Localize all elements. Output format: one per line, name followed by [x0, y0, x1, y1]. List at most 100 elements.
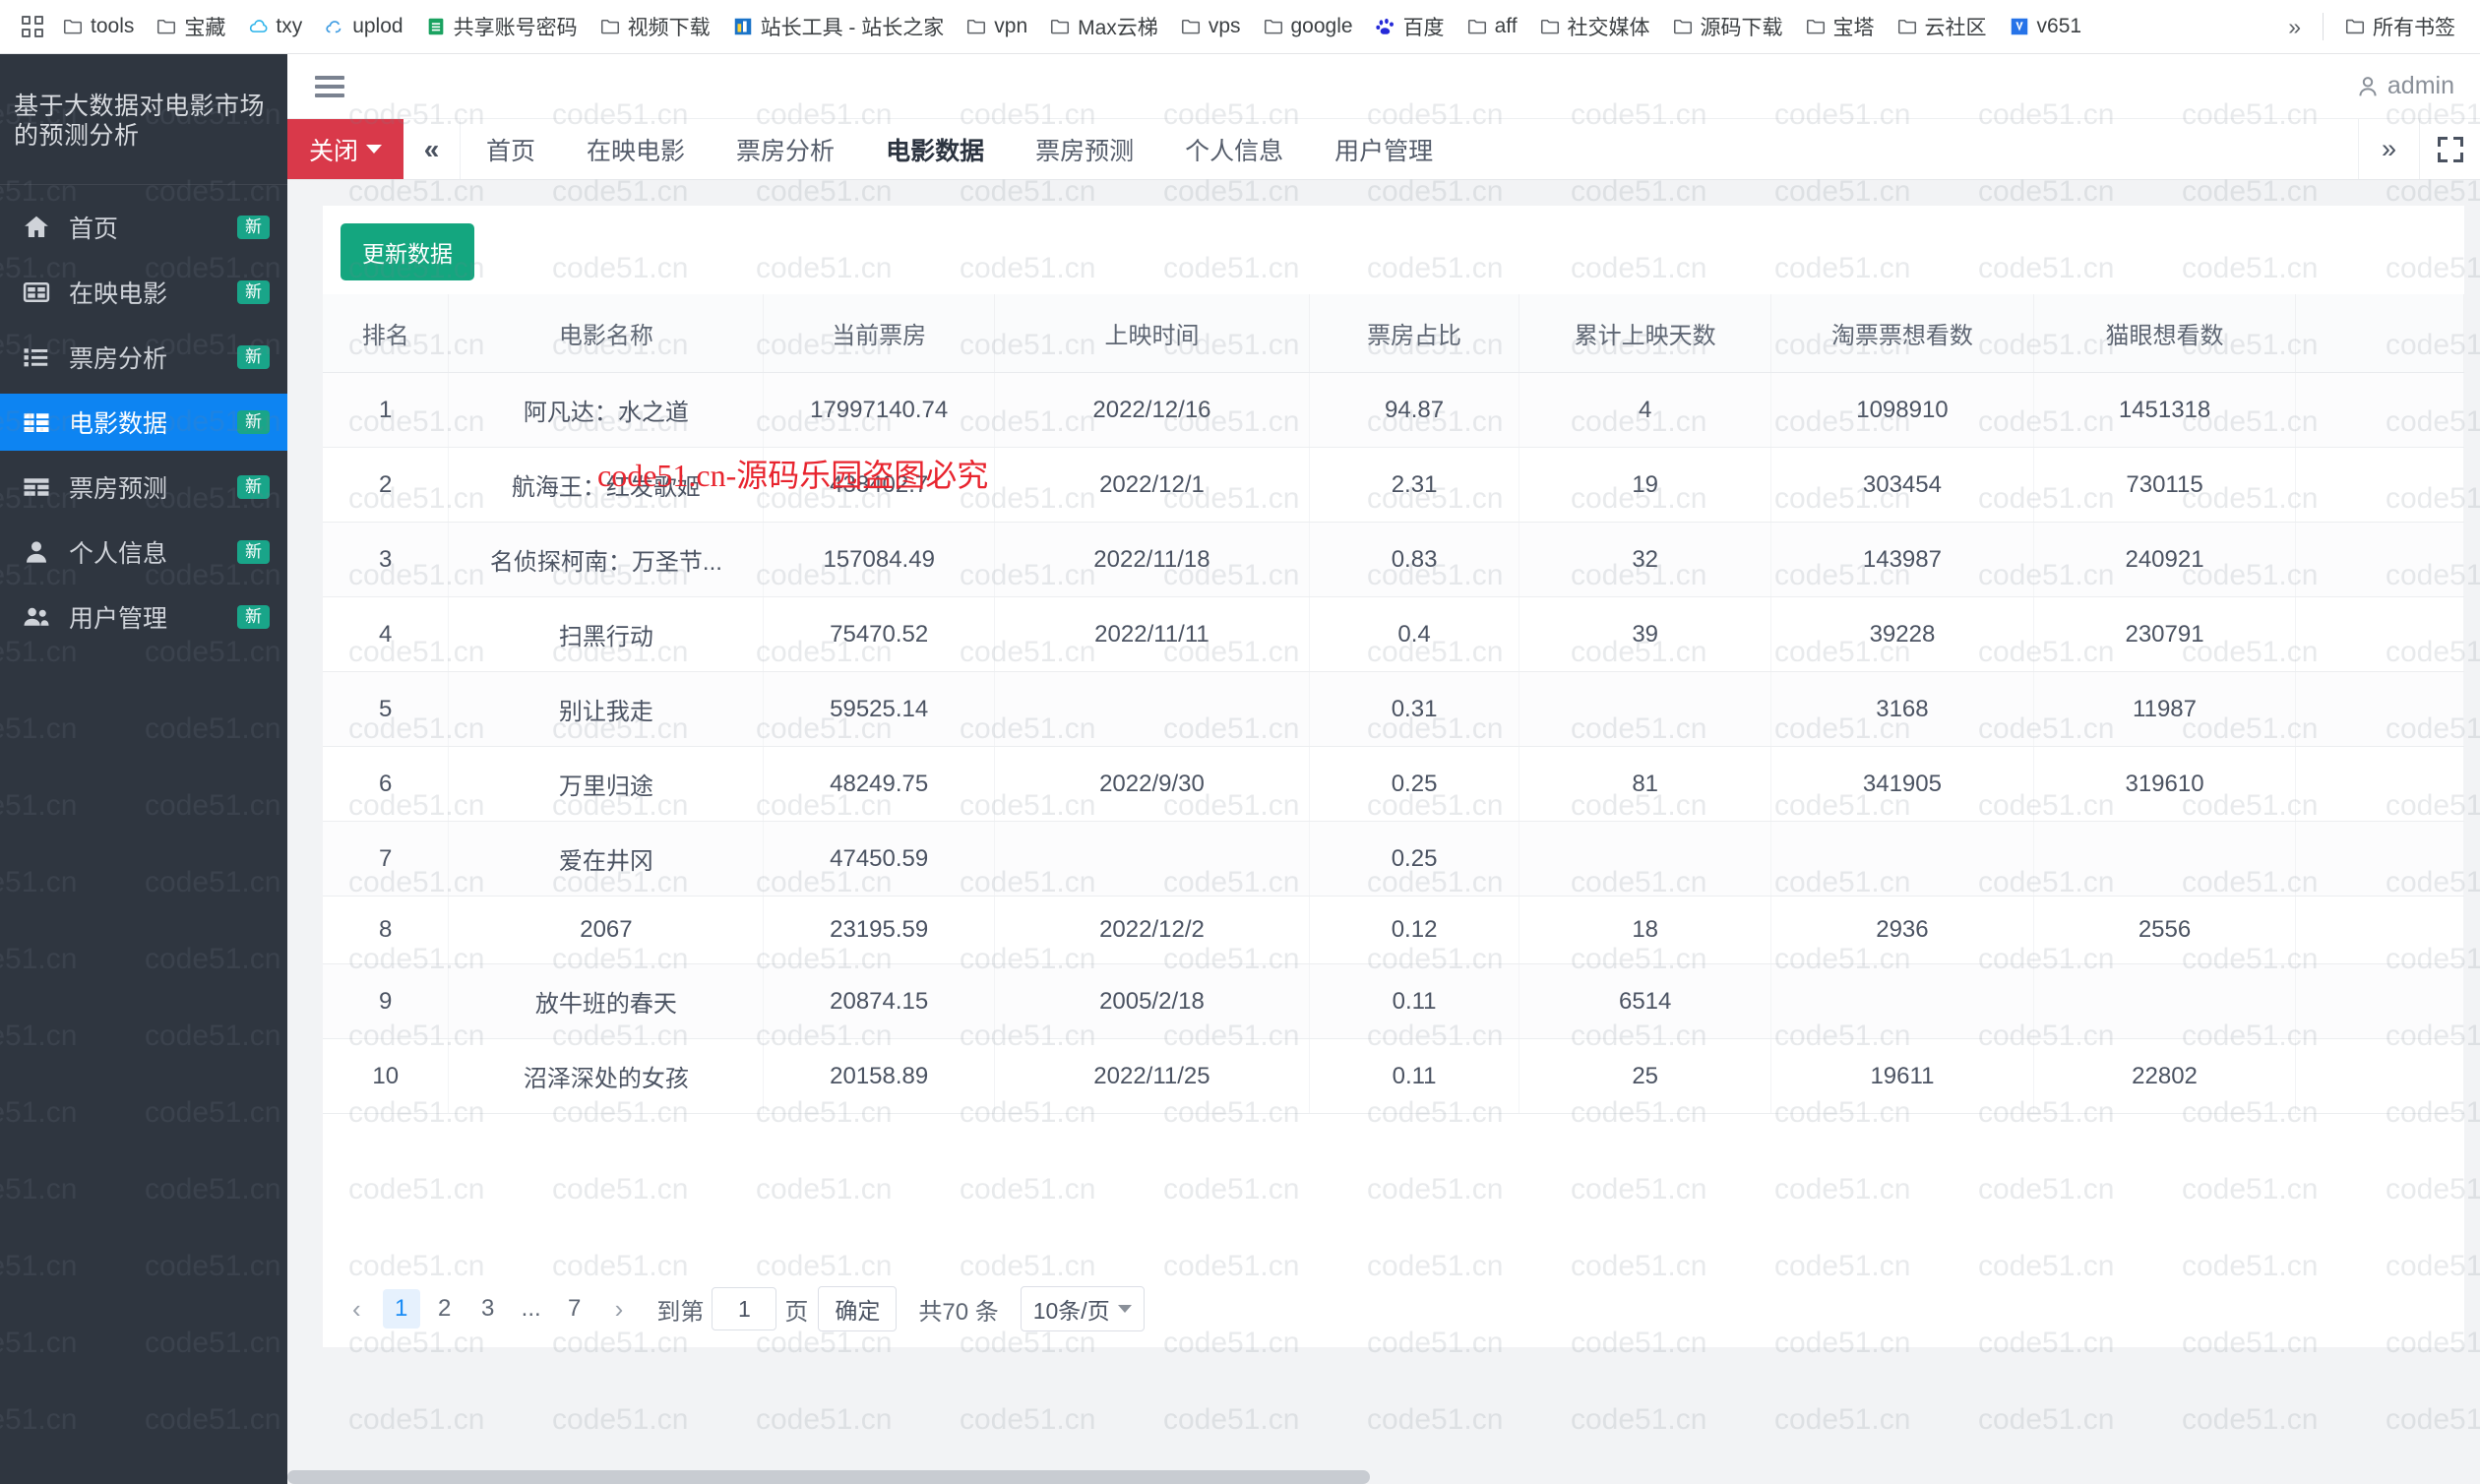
tab-4[interactable]: 电影数据 [860, 119, 1010, 179]
table-row[interactable]: 4 扫黑行动 75470.52 2022/11/11 0.4 39 39228 230791 [323, 596, 2464, 672]
table-cell: 1 [323, 372, 450, 448]
folder-icon [600, 19, 619, 34]
bookmark-item[interactable]: 共享账号密码 [414, 8, 589, 45]
bookmarks-overflow-button[interactable]: » [2276, 14, 2313, 40]
bookmark-item[interactable]: 云社区 [1886, 8, 1998, 45]
bookmark-item[interactable]: 源码下载 [1661, 8, 1794, 45]
sidebar-item-4[interactable]: 电影数据 新 [0, 394, 287, 451]
page-number[interactable]: ... [513, 1289, 550, 1329]
tab-5[interactable]: 票房预测 [1010, 119, 1159, 179]
bookmark-item[interactable]: Max云梯 [1038, 8, 1169, 45]
sidebar-item-1[interactable]: 首页 新 [0, 199, 287, 256]
hamburger-icon[interactable] [315, 75, 344, 97]
chevron-left-icon[interactable]: ‹ [341, 1290, 373, 1329]
table-cell: 730115 [2033, 447, 2297, 523]
folder-icon [967, 19, 986, 34]
bookmark-label: v651 [2036, 15, 2082, 37]
page-number[interactable]: 1 [382, 1289, 420, 1329]
baidu-icon [1375, 18, 1394, 34]
sheets-icon [428, 18, 443, 35]
bookmark-all-bookmarks[interactable]: 所有书签 [2333, 8, 2466, 45]
list-icon [24, 348, 48, 367]
table-row[interactable]: 10 沼泽深处的女孩 20158.89 2022/11/25 0.11 25 19611 22… [323, 1038, 2464, 1114]
bookmark-item[interactable]: aff [1456, 8, 1528, 45]
tab-3[interactable]: 票房分析 [711, 119, 860, 179]
movie-data-table: 排名 电影名称 当前票房 上映时间 票房占比 累计上映天数 淘票票想看数 猫眼想看数 1 阿凡达… [323, 294, 2464, 1114]
bookmark-item[interactable]: tools [51, 8, 145, 45]
table-cell: 2556 [2033, 896, 2297, 964]
sidebar-item-label: 票房预测 [69, 475, 168, 503]
table-cell: 2 [323, 447, 450, 523]
table-row[interactable]: 1 阿凡达：水之道 17997140.74 2022/12/16 94.87 4 10989… [323, 372, 2464, 448]
table-column-header: 淘票票想看数 [1770, 294, 2034, 373]
refresh-data-button[interactable]: 更新数据 [341, 223, 474, 280]
tab-6[interactable]: 个人信息 [1159, 119, 1309, 179]
table-cell: 4 [323, 596, 450, 672]
table-cell: 438402.7 [763, 447, 995, 523]
folder-icon [157, 19, 176, 34]
table-cell: 1098910 [1770, 372, 2034, 448]
sidebar-item-3[interactable]: 票房分析 新 [0, 329, 287, 386]
bookmark-item[interactable]: vpn [955, 8, 1038, 45]
table-cell: 0.11 [1309, 963, 1520, 1039]
apps-grid-icon[interactable] [14, 8, 51, 45]
bookmark-item[interactable]: txy [236, 8, 313, 45]
sidebar-item-5[interactable]: 票房预测 新 [0, 459, 287, 516]
bookmark-item[interactable]: google [1252, 8, 1364, 45]
table-cell [994, 671, 1310, 747]
page-size-select[interactable]: 10条/页 [1020, 1286, 1145, 1331]
fullscreen-icon[interactable] [2419, 119, 2480, 179]
bookmark-item[interactable]: 视频下载 [589, 8, 721, 45]
table-cell: 17997140.74 [763, 372, 995, 448]
bookmark-item[interactable]: 宝塔 [1794, 8, 1886, 45]
table-row[interactable]: 8 2067 23195.59 2022/12/2 0.12 18 2936 2556 [323, 896, 2464, 964]
bookmark-item[interactable]: 百度 [1364, 8, 1456, 45]
double-chevron-left-icon[interactable]: « [403, 119, 462, 179]
bookmark-item[interactable]: uplod [313, 8, 413, 45]
sidebar-item-2[interactable]: 在映电影 新 [0, 264, 287, 321]
sidebar-item-6[interactable]: 个人信息 新 [0, 524, 287, 581]
horizontal-scrollbar[interactable] [287, 1470, 2480, 1484]
sidebar-divider [0, 184, 287, 185]
tab-2[interactable]: 在映电影 [561, 119, 711, 179]
table-row[interactable]: 7 爱在井冈 47450.59 0.25 [323, 821, 2464, 897]
tencent-cloud-icon [250, 20, 268, 32]
table-row[interactable]: 6 万里归途 48249.75 2022/9/30 0.25 81 341905 319610 [323, 746, 2464, 822]
table-cell [1519, 821, 1772, 897]
page-number[interactable]: 7 [556, 1289, 593, 1329]
bookmark-item[interactable]: v651 [1998, 8, 2093, 45]
double-chevron-right-icon[interactable]: » [2358, 119, 2419, 179]
tab-1[interactable]: 首页 [461, 119, 561, 179]
close-tabs-dropdown[interactable]: 关闭 [287, 119, 404, 179]
bookmark-item[interactable]: 站长工具 - 站长之家 [721, 8, 956, 45]
sidebar-item-badge: 新 [237, 605, 270, 629]
table-cell: 303454 [1770, 447, 2034, 523]
table-cell: 别让我走 [448, 671, 765, 747]
page-number[interactable]: 3 [469, 1289, 507, 1329]
tab-list: 首页 在映电影 票房分析 电影数据 票房预测 个人信息 用户管理 [461, 119, 2358, 179]
tab-7[interactable]: 用户管理 [1309, 119, 1458, 179]
page-jump-input[interactable] [712, 1287, 777, 1330]
table-row[interactable]: 3 名侦探柯南：万圣节... 157084.49 2022/11/18 0.83 32 14… [323, 522, 2464, 597]
table-row[interactable]: 9 放牛班的春天 20874.15 2005/2/18 0.11 6514 [323, 963, 2464, 1039]
chinaz-icon [734, 18, 751, 35]
table-row[interactable]: 5 别让我走 59525.14 0.31 3168 11987 [323, 671, 2464, 747]
sidebar-item-7[interactable]: 用户管理 新 [0, 588, 287, 646]
page-jump-confirm-button[interactable]: 确定 [818, 1286, 898, 1331]
bookmark-item[interactable]: vps [1169, 8, 1252, 45]
page-number[interactable]: 2 [426, 1289, 464, 1329]
bookmark-item[interactable]: 宝藏 [145, 8, 236, 45]
table-cell: 10 [323, 1038, 450, 1114]
jump-suffix-label: 页 [784, 1298, 809, 1326]
table-cell [2033, 821, 2297, 897]
table-cell-overflow [2295, 1038, 2464, 1114]
chevron-right-icon[interactable]: › [603, 1290, 636, 1329]
table-row[interactable]: 2 航海王：红发歌姬 438402.7 2022/12/1 2.31 19 303454 73… [323, 447, 2464, 523]
folder-icon [1806, 19, 1825, 34]
sidebar-item-badge: 新 [237, 216, 270, 239]
user-menu[interactable]: admin [2354, 72, 2454, 100]
table-cell: 39 [1519, 596, 1772, 672]
bookmark-item[interactable]: 社交媒体 [1528, 8, 1661, 45]
sidebar-item-badge: 新 [237, 410, 270, 434]
folder-icon [63, 19, 83, 34]
